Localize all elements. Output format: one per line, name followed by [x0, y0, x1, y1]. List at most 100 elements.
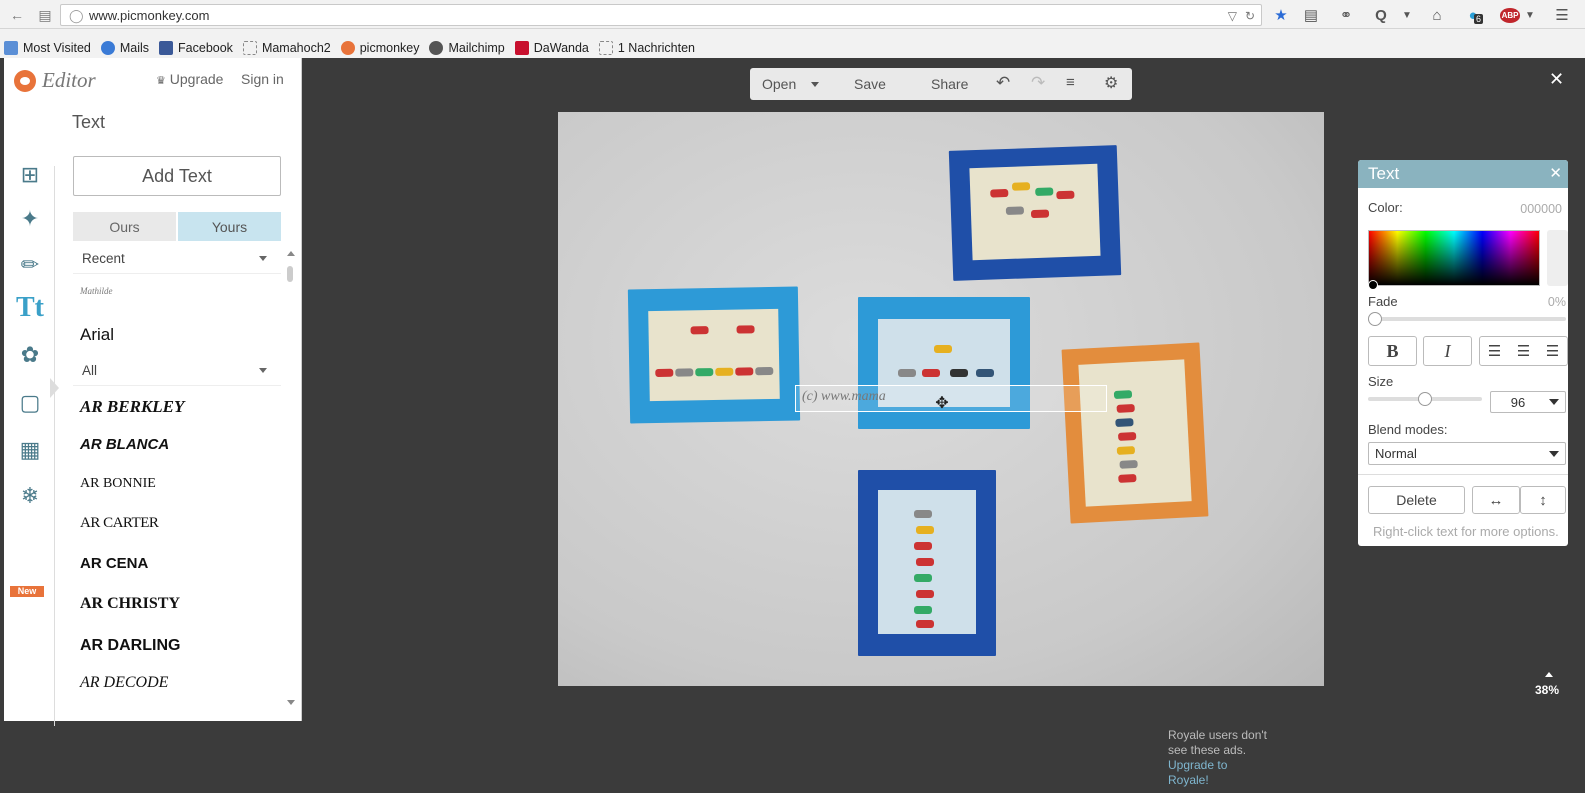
share-icon[interactable]: ⚭: [1336, 5, 1356, 25]
app-logo[interactable]: Editor: [14, 68, 96, 93]
font-item[interactable]: AR BLANCA: [80, 436, 169, 453]
texture-icon[interactable]: ▦: [8, 430, 52, 470]
close-editor-icon[interactable]: ✕: [1549, 69, 1564, 90]
fade-slider-knob[interactable]: [1368, 312, 1382, 326]
bold-button[interactable]: B: [1368, 336, 1417, 366]
bookmark-facebook[interactable]: Facebook: [159, 40, 233, 55]
alignment-group: ☰ ☰ ☰: [1479, 336, 1568, 366]
fade-value: 0%: [1547, 295, 1566, 309]
font-item[interactable]: AR BONNIE: [80, 476, 156, 492]
delete-button[interactable]: Delete: [1368, 486, 1465, 514]
magic-wand-icon[interactable]: ✦: [8, 199, 52, 239]
save-button[interactable]: Save: [854, 76, 886, 92]
reload-icon[interactable]: ↻: [1245, 9, 1255, 23]
reading-list-icon[interactable]: ▤: [1301, 5, 1321, 25]
chevron-down-icon: [1549, 399, 1559, 405]
font-item[interactable]: AR CHRISTY: [80, 595, 180, 613]
chevron-down-icon: [259, 256, 267, 261]
font-item-arial[interactable]: Arial: [80, 325, 114, 345]
new-badge: New: [10, 586, 44, 597]
mail-icon: [100, 40, 115, 55]
bookmark-mailchimp[interactable]: Mailchimp: [429, 40, 505, 55]
adblock-dropdown-icon[interactable]: ▼: [1520, 5, 1540, 25]
recent-dropdown[interactable]: Recent: [73, 244, 281, 274]
paintbrush-icon[interactable]: ✏: [8, 245, 52, 285]
open-button[interactable]: Open: [762, 76, 796, 92]
font-item[interactable]: AR DARLING: [80, 637, 180, 655]
signin-link[interactable]: Sign in: [241, 71, 284, 87]
chevron-down-icon: [259, 368, 267, 373]
color-picker-handle[interactable]: [1368, 280, 1378, 290]
font-item[interactable]: AR DECODE: [80, 674, 168, 692]
settings-gear-icon[interactable]: ⚙: [1104, 73, 1118, 93]
align-right-icon[interactable]: ☰: [1546, 342, 1559, 360]
font-item[interactable]: AR BERKLEY: [80, 397, 184, 417]
close-panel-icon[interactable]: ✕: [1549, 160, 1562, 188]
dropdown-icon[interactable]: ▽: [1228, 9, 1237, 23]
tab-yours[interactable]: Yours: [178, 212, 281, 241]
history-icon[interactable]: ▤: [34, 4, 56, 26]
mailchimp-icon: [429, 40, 444, 55]
text-tool-icon[interactable]: Tt: [8, 288, 52, 328]
addon-dropdown-icon[interactable]: ▼: [1397, 5, 1417, 25]
redo-icon[interactable]: ↷: [1031, 73, 1045, 93]
color-spectrum[interactable]: [1368, 230, 1540, 286]
back-icon[interactable]: ←: [6, 4, 28, 26]
italic-button[interactable]: I: [1423, 336, 1472, 366]
bookmark-picmonkey[interactable]: picmonkey: [340, 40, 419, 55]
scroll-thumb[interactable]: [287, 266, 293, 282]
add-text-button[interactable]: Add Text: [73, 156, 281, 196]
flip-horizontal-icon[interactable]: ↔: [1472, 486, 1520, 514]
bookmark-mamahoch2[interactable]: Mamahoch2: [242, 40, 331, 55]
undo-icon[interactable]: ↶: [996, 73, 1010, 93]
font-item-recent[interactable]: Mathilde: [80, 286, 113, 296]
font-list-scrollbar[interactable]: [286, 248, 296, 708]
zoom-up-icon[interactable]: [1545, 672, 1553, 677]
align-center-icon[interactable]: ☰: [1517, 342, 1530, 360]
bookmark-mails[interactable]: Mails: [100, 40, 149, 55]
size-select[interactable]: 96: [1490, 391, 1566, 413]
font-item[interactable]: AR CARTER: [80, 515, 159, 532]
facebook-icon: [159, 40, 174, 55]
menu-icon[interactable]: ☰: [1552, 5, 1572, 25]
align-left-icon[interactable]: ☰: [1488, 342, 1501, 360]
url-bar[interactable]: ◯ www.picmonkey.com ▽ ↻: [60, 4, 1262, 26]
crown-icon: ♛: [156, 75, 166, 87]
crop-icon[interactable]: ⊞: [8, 155, 52, 195]
home-icon[interactable]: ⌂: [1427, 5, 1447, 25]
photo-frame: [627, 286, 801, 424]
bookmark-star-icon[interactable]: ★: [1271, 5, 1291, 25]
scroll-down-icon[interactable]: [287, 700, 295, 705]
flip-vertical-icon[interactable]: ↕: [1520, 486, 1566, 514]
color-swatch: [1547, 230, 1568, 286]
snowflake-icon[interactable]: ❄: [8, 476, 52, 516]
color-value[interactable]: 000000: [1520, 202, 1562, 216]
layers-icon[interactable]: ≡: [1066, 74, 1075, 91]
blend-mode-select[interactable]: Normal: [1368, 442, 1566, 465]
editor-toolbar: Open Save Share ↶ ↷ ≡ ⚙: [750, 68, 1132, 100]
zoom-level[interactable]: 38%: [1535, 683, 1559, 697]
addon-q-icon[interactable]: Q: [1371, 5, 1391, 25]
butterfly-icon[interactable]: ✿: [8, 335, 52, 375]
bookmark-most-visited[interactable]: Most Visited: [4, 40, 91, 55]
frame-icon[interactable]: ▢: [8, 383, 52, 423]
bookmark-nachrichten[interactable]: 1 Nachrichten: [598, 40, 695, 55]
text-layer-content: (c) www.mama: [802, 389, 886, 404]
panel-header: Text ✕: [1358, 160, 1568, 188]
upgrade-royale-link[interactable]: Upgrade to: [1168, 758, 1288, 773]
share-button[interactable]: Share: [931, 76, 968, 92]
upgrade-royale-link[interactable]: Royale!: [1168, 773, 1288, 788]
url-text: www.picmonkey.com: [89, 7, 210, 23]
bookmark-dawanda[interactable]: DaWanda: [514, 40, 589, 55]
font-item[interactable]: AR CENA: [80, 555, 148, 572]
photo-frame: [858, 470, 996, 656]
tab-ours[interactable]: Ours: [73, 212, 176, 241]
filter-dropdown[interactable]: All: [73, 356, 281, 386]
move-handle-icon[interactable]: ✥: [932, 394, 952, 414]
upgrade-link[interactable]: ♛ Upgrade: [156, 71, 223, 87]
adblock-icon[interactable]: ABP: [1499, 5, 1521, 25]
scroll-up-icon[interactable]: [287, 251, 295, 256]
open-dropdown-icon[interactable]: [811, 82, 819, 87]
size-slider-knob[interactable]: [1418, 392, 1432, 406]
fade-slider[interactable]: [1376, 317, 1566, 321]
